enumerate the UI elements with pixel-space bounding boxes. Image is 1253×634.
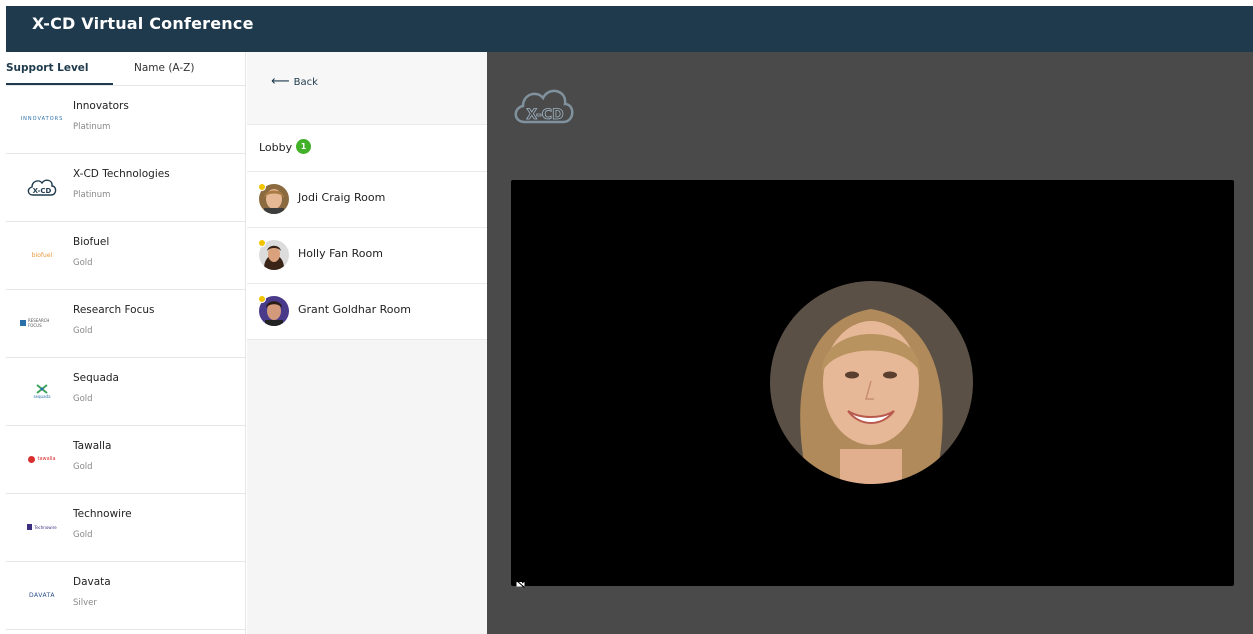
room-item-holly-fan[interactable]: Holly Fan Room	[247, 228, 487, 284]
x-cd-brand-logo: X-CD	[509, 78, 581, 130]
app-title: X-CD Virtual Conference	[32, 14, 254, 33]
x-cd-cloud-logo: X-CD	[20, 172, 64, 202]
sponsor-name: X-CD Technologies	[73, 168, 170, 180]
rooms-panel: ⟵ Back Lobby 1 Jodi Craig Room Holly Fan…	[247, 52, 487, 634]
camera-off-icon[interactable]	[516, 573, 525, 588]
sponsor-level: Gold	[73, 326, 93, 336]
sponsor-sort-tabs: Support Level Name (A-Z)	[6, 52, 245, 86]
lobby-label: Lobby	[259, 141, 293, 154]
sequada-logo: sequada	[20, 376, 64, 406]
participant-portrait	[770, 281, 973, 484]
innovators-logo: INNOVATORS	[20, 116, 64, 122]
room-item-lobby[interactable]: Lobby 1	[247, 125, 487, 172]
stage-area: X-CD	[487, 52, 1253, 634]
svg-text:X-CD: X-CD	[33, 187, 52, 195]
status-dot	[258, 183, 266, 191]
back-label: Back	[293, 77, 318, 88]
sponsors-panel: Support Level Name (A-Z) INNOVATORS Inno…	[6, 52, 246, 634]
room-label: Jodi Craig Room	[298, 191, 386, 204]
sponsor-level: Silver	[73, 598, 97, 608]
sponsor-item-innovators[interactable]: INNOVATORS Innovators Platinum	[6, 86, 245, 154]
sponsor-name: Davata	[73, 576, 111, 588]
sponsor-item-x-cd-technologies[interactable]: X-CD X-CD Technologies Platinum	[6, 154, 245, 222]
status-dot	[258, 239, 266, 247]
sponsor-level: Platinum	[73, 190, 111, 200]
back-button[interactable]: ⟵ Back	[271, 74, 318, 89]
app-header: X-CD Virtual Conference	[6, 6, 1253, 52]
technowire-logo: Technowire	[20, 512, 64, 542]
sponsor-name: Research Focus	[73, 304, 155, 316]
arrow-left-icon: ⟵	[271, 74, 290, 89]
active-tab-indicator	[6, 83, 113, 85]
room-label: Holly Fan Room	[298, 247, 383, 260]
room-item-jodi-craig[interactable]: Jodi Craig Room	[247, 172, 487, 228]
tawalla-logo: tawalla	[20, 444, 64, 474]
biofuel-logo: biofuel	[31, 251, 53, 259]
sponsor-name: Technowire	[73, 508, 132, 520]
back-area: ⟵ Back	[247, 52, 487, 125]
svg-text:X-CD: X-CD	[526, 107, 563, 123]
sponsor-level: Gold	[73, 258, 93, 268]
status-dot	[258, 295, 266, 303]
sponsor-level: Platinum	[73, 122, 111, 132]
sponsor-name: Tawalla	[73, 440, 112, 452]
sponsor-name: Biofuel	[73, 236, 110, 248]
sponsor-item-sequada[interactable]: sequada Sequada Gold	[6, 358, 245, 426]
sponsor-level: Gold	[73, 394, 93, 404]
davata-logo: DAVATA	[29, 591, 55, 599]
room-item-grant-goldhar[interactable]: Grant Goldhar Room	[247, 284, 487, 340]
sponsor-item-tawalla[interactable]: tawalla Tawalla Gold	[6, 426, 245, 494]
room-label: Grant Goldhar Room	[298, 303, 411, 316]
sponsor-item-research-focus[interactable]: RESEARCH FOCUS Research Focus Gold	[6, 290, 245, 358]
sponsor-item-technowire[interactable]: Technowire Technowire Gold	[6, 494, 245, 562]
sponsor-level: Gold	[73, 462, 93, 472]
sponsor-name: Sequada	[73, 372, 119, 384]
lobby-count-badge: 1	[296, 139, 311, 154]
research-focus-logo: RESEARCH FOCUS	[20, 308, 64, 338]
sponsor-item-biofuel[interactable]: biofuel Biofuel Gold	[6, 222, 245, 290]
video-feed[interactable]	[511, 180, 1234, 588]
sponsor-level: Gold	[73, 530, 93, 540]
tab-name-a-z[interactable]: Name (A-Z)	[134, 62, 194, 74]
sponsor-item-davata[interactable]: DAVATA Davata Silver	[6, 562, 245, 630]
tab-support-level[interactable]: Support Level	[6, 62, 89, 74]
sponsor-name: Innovators	[73, 100, 129, 112]
